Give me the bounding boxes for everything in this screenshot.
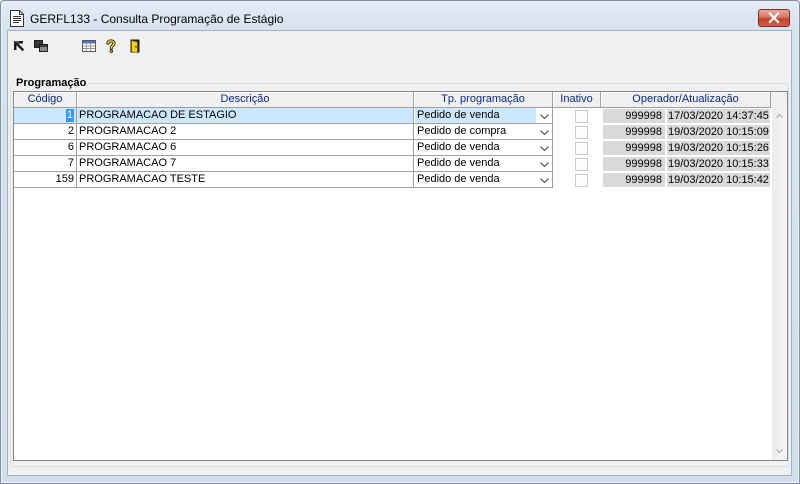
- close-button[interactable]: [758, 9, 790, 27]
- descricao-value: PROGRAMACAO 7: [79, 157, 177, 169]
- inativo-cell: [553, 140, 601, 156]
- table-row[interactable]: 159 PROGRAMACAO TESTE Pedido de venda 99999…: [14, 172, 771, 188]
- column-header-tipo[interactable]: Tp. programação: [414, 92, 553, 108]
- chevron-down-icon[interactable]: [536, 124, 552, 139]
- tipo-programacao-select[interactable]: Pedido de venda: [414, 172, 553, 188]
- codigo-cell[interactable]: 6: [14, 140, 77, 156]
- codigo-value: 159: [55, 173, 74, 185]
- chevron-up-icon[interactable]: [772, 108, 787, 125]
- operador-value: 999998: [603, 157, 665, 171]
- descricao-value: PROGRAMACAO 2: [79, 125, 177, 137]
- codigo-value: 7: [67, 157, 74, 169]
- chevron-down-icon[interactable]: [536, 172, 552, 187]
- descricao-value: PROGRAMACAO TESTE: [79, 173, 206, 185]
- descricao-cell[interactable]: PROGRAMACAO DE ESTAGIO: [77, 108, 414, 124]
- operador-atualizacao-cell: 999998 17/03/2020 14:37:45: [601, 108, 771, 124]
- grid-button[interactable]: [81, 38, 97, 54]
- codigo-value: 1: [65, 109, 74, 122]
- arrow-button[interactable]: [11, 38, 27, 54]
- inativo-cell: [553, 156, 601, 172]
- tipo-programacao-value: Pedido de venda: [417, 141, 500, 153]
- atualizacao-value: 19/03/2020 10:15:42: [667, 173, 770, 187]
- descricao-cell[interactable]: PROGRAMACAO 6: [77, 140, 414, 156]
- column-header-operador[interactable]: Operador/Atualização: [601, 92, 771, 108]
- operador-atualizacao-cell: 999998 19/03/2020 10:15:09: [601, 124, 771, 140]
- tipo-programacao-select[interactable]: Pedido de venda: [414, 156, 553, 172]
- table-row[interactable]: 1 PROGRAMACAO DE ESTAGIO Pedido de venda 99…: [14, 108, 771, 124]
- codigo-value: 2: [67, 125, 74, 137]
- exit-icon: [127, 38, 143, 54]
- chevron-down-icon[interactable]: [772, 443, 787, 460]
- operador-value: 999998: [603, 173, 665, 187]
- windows-button[interactable]: [33, 38, 49, 54]
- codigo-cell[interactable]: 159: [14, 172, 77, 188]
- inativo-checkbox[interactable]: [575, 126, 588, 139]
- exit-button[interactable]: [127, 38, 143, 54]
- descricao-cell[interactable]: PROGRAMACAO 7: [77, 156, 414, 172]
- table-row[interactable]: 7 PROGRAMACAO 7 Pedido de venda 999998 19/03…: [14, 156, 771, 172]
- windows-icon: [33, 38, 49, 54]
- chevron-down-icon[interactable]: [536, 108, 552, 123]
- tipo-programacao-value: Pedido de venda: [415, 108, 536, 123]
- inativo-cell: [553, 172, 601, 188]
- window: GERFL133 - Consulta Programação de Estág…: [0, 0, 800, 484]
- tipo-programacao-value: Pedido de venda: [417, 173, 500, 185]
- group-title: Programação: [14, 76, 89, 90]
- inativo-checkbox[interactable]: [575, 110, 588, 123]
- descricao-cell[interactable]: PROGRAMACAO TESTE: [77, 172, 414, 188]
- grid-icon: [81, 38, 97, 54]
- column-header-codigo[interactable]: Código: [14, 92, 77, 108]
- help-icon: [103, 38, 119, 54]
- arrow-icon: [11, 38, 27, 54]
- chevron-down-icon[interactable]: [536, 140, 552, 155]
- tipo-programacao-value: Pedido de compra: [417, 125, 507, 137]
- operador-value: 999998: [603, 109, 665, 123]
- operador-atualizacao-cell: 999998 19/03/2020 10:15:33: [601, 156, 771, 172]
- operador-value: 999998: [603, 141, 665, 155]
- column-header-inativo[interactable]: Inativo: [553, 92, 601, 108]
- chevron-down-icon[interactable]: [536, 156, 552, 171]
- codigo-cell[interactable]: 2: [14, 124, 77, 140]
- document-icon: [10, 10, 24, 27]
- tipo-programacao-select[interactable]: Pedido de venda: [414, 140, 553, 156]
- table-row[interactable]: 6 PROGRAMACAO 6 Pedido de venda 999998 19/03…: [14, 140, 771, 156]
- atualizacao-value: 19/03/2020 10:15:33: [667, 157, 770, 171]
- window-title: GERFL133 - Consulta Programação de Estág…: [30, 12, 284, 26]
- atualizacao-value: 19/03/2020 10:15:09: [667, 125, 770, 139]
- programacao-grid: Código Descrição Tp. programação Inativo…: [13, 91, 788, 461]
- descricao-value: PROGRAMACAO DE ESTAGIO: [79, 109, 237, 121]
- tipo-programacao-value: Pedido de venda: [417, 157, 500, 169]
- inativo-checkbox[interactable]: [575, 174, 588, 187]
- inativo-cell: [553, 124, 601, 140]
- atualizacao-value: 19/03/2020 10:15:26: [667, 141, 770, 155]
- table-row[interactable]: 2 PROGRAMACAO 2 Pedido de compra 999998 19/0…: [14, 124, 771, 140]
- codigo-cell[interactable]: 1: [14, 108, 77, 124]
- inativo-checkbox[interactable]: [575, 158, 588, 171]
- tipo-programacao-select[interactable]: Pedido de compra: [414, 124, 553, 140]
- tipo-programacao-select[interactable]: Pedido de venda: [414, 108, 553, 124]
- operador-atualizacao-cell: 999998 19/03/2020 10:15:26: [601, 140, 771, 156]
- descricao-cell[interactable]: PROGRAMACAO 2: [77, 124, 414, 140]
- descricao-value: PROGRAMACAO 6: [79, 141, 177, 153]
- vertical-scrollbar[interactable]: [772, 108, 787, 460]
- codigo-value: 6: [67, 141, 74, 153]
- help-button[interactable]: [103, 38, 119, 54]
- atualizacao-value: 17/03/2020 14:37:45: [667, 109, 770, 123]
- operador-atualizacao-cell: 999998 19/03/2020 10:15:42: [601, 172, 771, 188]
- codigo-cell[interactable]: 7: [14, 156, 77, 172]
- inativo-checkbox[interactable]: [575, 142, 588, 155]
- grid-body[interactable]: 1 PROGRAMACAO DE ESTAGIO Pedido de venda 99…: [14, 108, 772, 460]
- inativo-cell: [553, 108, 601, 124]
- column-header-descricao[interactable]: Descrição: [77, 92, 414, 108]
- grid-header: Código Descrição Tp. programação Inativo…: [14, 92, 787, 108]
- operador-value: 999998: [603, 125, 665, 139]
